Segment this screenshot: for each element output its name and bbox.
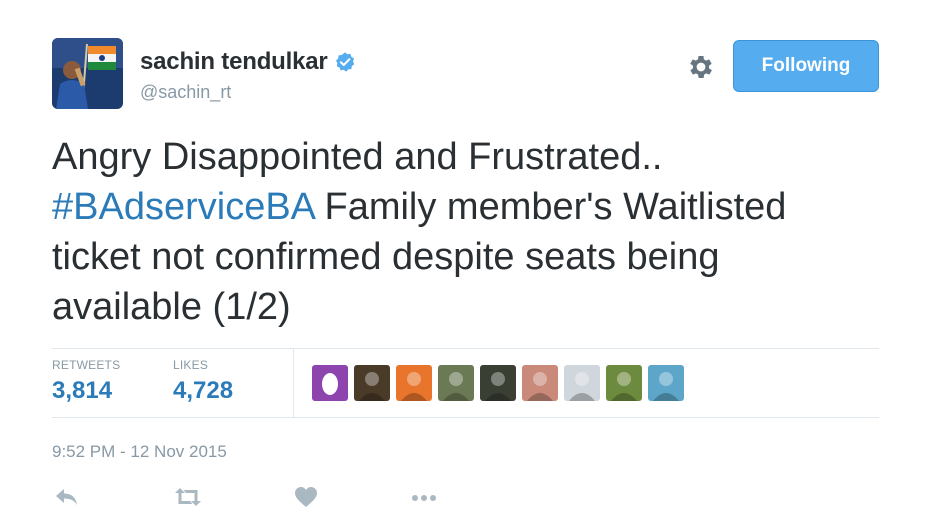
likes-label: LIKES — [173, 358, 209, 372]
profile-avatar[interactable] — [52, 38, 123, 109]
liker-avatars — [312, 365, 684, 401]
liker-avatar[interactable] — [438, 365, 474, 401]
liker-avatar[interactable] — [396, 365, 432, 401]
user-name[interactable]: sachin tendulkar — [140, 48, 328, 76]
user-name-row[interactable]: sachin tendulkar — [140, 48, 356, 76]
stats-top-divider — [52, 348, 879, 349]
tweet-timestamp[interactable]: 9:52 PM - 12 Nov 2015 — [52, 442, 227, 462]
user-avatar-icon — [354, 365, 390, 401]
liker-avatar[interactable] — [312, 365, 348, 401]
liker-avatar[interactable] — [564, 365, 600, 401]
egg-avatar-icon — [312, 365, 348, 401]
tweet-line-4: available (1/2) — [52, 286, 291, 328]
likes-count[interactable]: 4,728 — [173, 377, 233, 405]
user-avatar-icon — [606, 365, 642, 401]
stats-bottom-divider — [52, 417, 879, 418]
like-heart-icon[interactable] — [294, 486, 322, 510]
more-options-icon[interactable] — [410, 486, 438, 510]
retweets-label: RETWEETS — [52, 358, 121, 372]
user-avatar-icon — [648, 365, 684, 401]
tweet-line-1: Angry Disappointed and Frustrated.. — [52, 136, 663, 178]
following-button[interactable]: Following — [733, 40, 879, 92]
tweet-line-3: ticket not confirmed despite seats being — [52, 236, 720, 278]
retweets-count[interactable]: 3,814 — [52, 377, 120, 405]
tweet-line-2: #BAdserviceBA Family member's Waitlisted — [52, 182, 892, 232]
gear-icon[interactable] — [686, 52, 716, 82]
liker-avatar[interactable] — [606, 365, 642, 401]
user-avatar-icon — [480, 365, 516, 401]
retweet-icon[interactable] — [174, 486, 202, 510]
avatar-image — [52, 38, 123, 109]
likes-stat[interactable]: LIKES 4,728 — [173, 358, 233, 405]
user-avatar-icon — [564, 365, 600, 401]
hashtag-link[interactable]: #BAdserviceBA — [52, 186, 314, 228]
verified-badge-icon — [334, 51, 356, 73]
liker-avatar[interactable] — [354, 365, 390, 401]
user-avatar-icon — [438, 365, 474, 401]
user-handle[interactable]: @sachin_rt — [140, 82, 231, 103]
liker-avatar[interactable] — [648, 365, 684, 401]
stats-vertical-divider — [293, 349, 294, 417]
user-avatar-icon — [522, 365, 558, 401]
user-avatar-icon — [396, 365, 432, 401]
reply-icon[interactable] — [54, 486, 82, 510]
retweets-stat[interactable]: RETWEETS 3,814 — [52, 358, 120, 405]
liker-avatar[interactable] — [480, 365, 516, 401]
tweet-line-2-text: Family member's Waitlisted — [313, 186, 787, 228]
tweet-text: Angry Disappointed and Frustrated.. #BAd… — [52, 132, 892, 332]
liker-avatar[interactable] — [522, 365, 558, 401]
